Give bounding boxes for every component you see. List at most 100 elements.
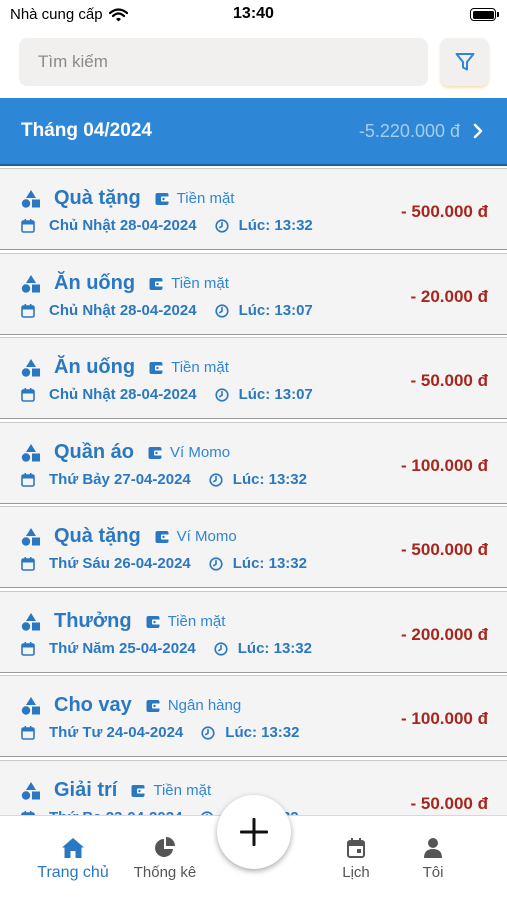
home-icon xyxy=(62,838,84,858)
tab-home[interactable]: Trang chủ xyxy=(26,816,120,900)
date-icon-wrap xyxy=(21,641,35,661)
account-name: Tiền mặt xyxy=(171,359,229,376)
transaction-amount: - 500.000 đ xyxy=(401,540,488,559)
wallet-icon xyxy=(148,446,163,459)
clock-icon xyxy=(214,641,228,656)
category-icon-wrap xyxy=(21,612,41,637)
transaction-item[interactable]: Cho vay Ngân hàng Thứ Tư 24-04-2024 Lúc: 13… xyxy=(0,675,507,757)
clock-icon xyxy=(214,388,229,402)
account-name: Tiền mặt xyxy=(176,190,235,207)
date-icon-wrap xyxy=(21,726,35,745)
transaction-amount: - 100.000 đ xyxy=(401,709,488,728)
account-icon-wrap xyxy=(155,530,170,549)
pie-chart-icon xyxy=(155,837,175,857)
transaction-time: Lúc: 13:32 xyxy=(225,724,300,741)
filter-icon xyxy=(455,53,474,71)
status-time: 13:40 xyxy=(233,5,274,22)
transaction-list[interactable]: Quà tặng Tiền mặt Chủ Nhật 28-04-2024 Lúc: … xyxy=(0,168,507,815)
date-icon xyxy=(21,303,35,318)
transaction-item[interactable]: Thưởng Tiền mặt Thứ Năm 25-04-2024 Lúc: 13:… xyxy=(0,590,507,673)
account-name: Tiền mặt xyxy=(153,781,212,799)
date-icon xyxy=(21,557,35,571)
category-name: Ăn uống xyxy=(54,271,136,294)
category-icon xyxy=(21,359,40,377)
transaction-amount: - 20.000 đ xyxy=(410,286,489,306)
clock-icon-wrap xyxy=(214,303,229,323)
wallet-icon xyxy=(155,193,169,205)
date-icon-wrap xyxy=(21,303,35,323)
category-icon xyxy=(21,697,40,715)
date-icon-wrap xyxy=(21,388,35,407)
clock-icon-wrap xyxy=(214,219,229,238)
category-icon-wrap xyxy=(21,527,41,552)
month-header[interactable]: Tháng 04/2024 -5.220.000 đ xyxy=(0,98,507,166)
clock-icon xyxy=(214,303,229,318)
transaction-date: Chủ Nhật 28-04-2024 xyxy=(49,217,197,234)
wallet-icon xyxy=(149,277,164,290)
tab-calendar-label: Lịch xyxy=(342,864,370,881)
tab-profile-label: Tôi xyxy=(422,864,444,881)
clock-icon-wrap xyxy=(214,641,228,661)
search-row xyxy=(19,38,489,86)
category-icon-wrap xyxy=(21,358,41,383)
month-title: Tháng 04/2024 xyxy=(21,120,152,141)
transaction-date: Thứ Tư 24-04-2024 xyxy=(49,724,184,741)
transaction-time: Lúc: 13:32 xyxy=(237,639,312,657)
date-icon-wrap xyxy=(21,557,35,576)
tab-statistics[interactable]: Thống kê xyxy=(128,816,202,900)
transaction-item[interactable]: Quà tặng Ví Momo Thứ Sáu 26-04-2024 Lúc: 13… xyxy=(0,506,507,588)
transaction-amount: - 50.000 đ xyxy=(410,793,489,813)
transaction-date: Thứ Năm 25-04-2024 xyxy=(49,639,196,657)
transaction-item[interactable]: Quần áo Ví Momo Thứ Bảy 27-04-2024 Lúc: 13:… xyxy=(0,421,507,504)
search-input[interactable] xyxy=(19,38,428,86)
filter-button[interactable] xyxy=(440,38,489,86)
clock-icon xyxy=(209,557,223,571)
transaction-time: Lúc: 13:07 xyxy=(238,386,313,403)
wallet-icon xyxy=(155,531,169,543)
transaction-item[interactable]: Ăn uống Tiền mặt Chủ Nhật 28-04-2024 Lúc: 1… xyxy=(0,337,507,419)
wallet-icon xyxy=(146,615,160,628)
transaction-date: Thứ Bảy 27-04-2024 xyxy=(49,470,191,488)
clock-icon-wrap xyxy=(214,388,229,407)
account-name: Ví Momo xyxy=(176,528,237,545)
tab-statistics-label: Thống kê xyxy=(133,864,197,881)
category-icon xyxy=(21,781,40,800)
user-icon xyxy=(424,838,442,858)
account-name: Ngân hàng xyxy=(167,697,242,714)
account-icon-wrap xyxy=(131,784,146,803)
transaction-amount: - 500.000 đ xyxy=(401,202,488,221)
add-transaction-button[interactable] xyxy=(217,795,291,869)
account-icon-wrap xyxy=(146,699,161,718)
transaction-date: Chủ Nhật 28-04-2024 xyxy=(49,386,197,403)
tab-calendar[interactable]: Lịch xyxy=(326,816,386,900)
transaction-item[interactable]: Quà tặng Tiền mặt Chủ Nhật 28-04-2024 Lúc: … xyxy=(0,168,507,250)
battery-icon xyxy=(470,8,499,21)
plus-icon xyxy=(240,818,268,846)
wallet-icon xyxy=(149,362,164,374)
transaction-item[interactable]: Ăn uống Tiền mặt Chủ Nhật 28-04-2024 Lúc: 1… xyxy=(0,252,507,335)
tab-profile[interactable]: Tôi xyxy=(403,816,463,900)
date-icon xyxy=(21,388,35,402)
category-name: Giải trí xyxy=(54,778,118,801)
transaction-amount: - 100.000 đ xyxy=(401,455,488,475)
clock-icon-wrap xyxy=(201,726,215,745)
category-icon-wrap xyxy=(21,274,41,299)
clock-icon xyxy=(209,472,223,487)
category-icon-wrap xyxy=(21,781,41,806)
category-icon xyxy=(21,528,40,546)
transaction-date: Thứ Sáu 26-04-2024 xyxy=(49,555,191,572)
account-name: Tiền mặt xyxy=(167,612,226,630)
search-box[interactable] xyxy=(19,38,428,86)
date-icon xyxy=(21,219,35,233)
category-icon-wrap xyxy=(21,189,41,214)
chevron-right-icon[interactable] xyxy=(472,122,484,140)
account-name: Ví Momo xyxy=(170,443,231,461)
account-icon-wrap xyxy=(146,615,161,634)
transaction-amount: - 50.000 đ xyxy=(410,371,489,390)
category-icon xyxy=(21,274,40,293)
transaction-time: Lúc: 13:32 xyxy=(232,555,307,572)
tab-home-label: Trang chủ xyxy=(37,864,109,881)
account-icon-wrap xyxy=(155,192,170,211)
category-name: Cho vay xyxy=(54,694,132,716)
clock-icon-wrap xyxy=(209,557,223,576)
